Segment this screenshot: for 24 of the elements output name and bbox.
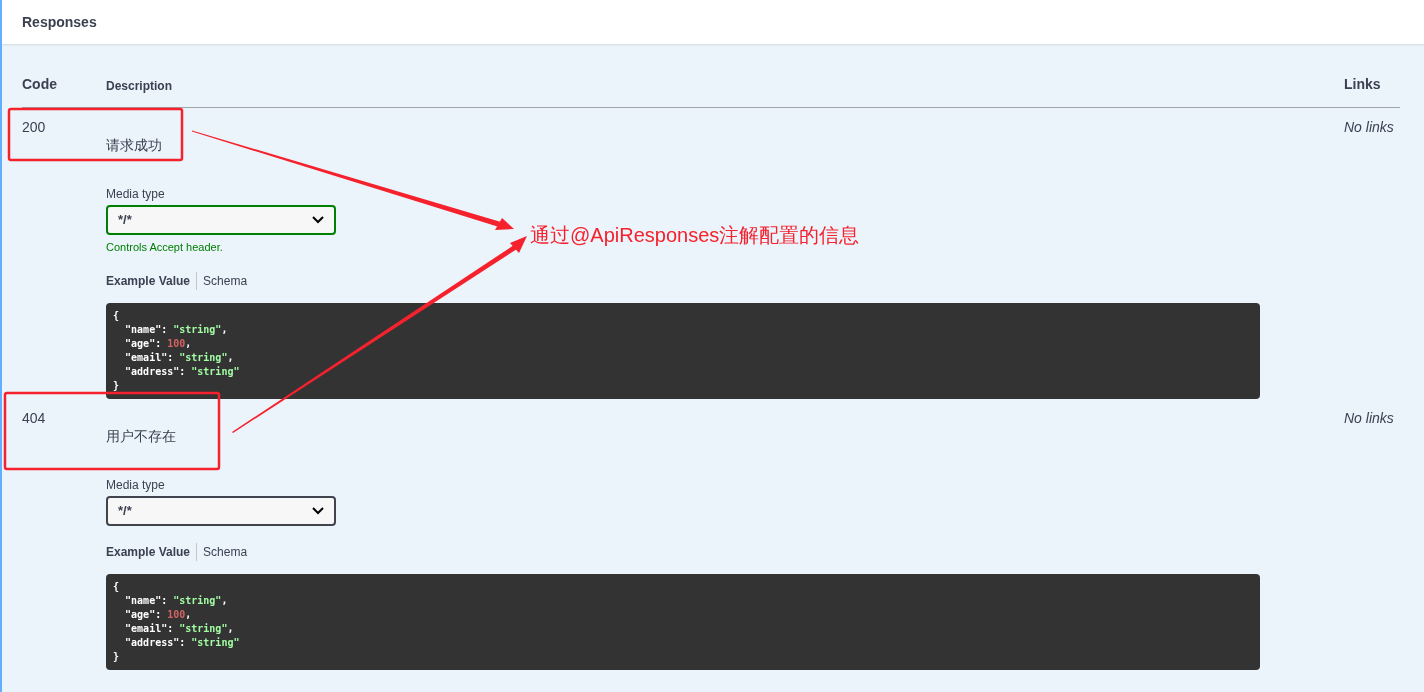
- accept-header-hint: Controls Accept header.: [106, 240, 223, 255]
- response-description: 用户不存在: [106, 426, 176, 446]
- response-description: 请求成功: [106, 136, 162, 155]
- status-code: 404: [22, 409, 46, 426]
- chevron-down-icon: [312, 506, 324, 515]
- column-header: Description: [106, 78, 173, 95]
- column-header: Links: [1344, 75, 1382, 94]
- example-tab[interactable]: Schema: [203, 542, 248, 561]
- example-tab[interactable]: Example Value: [106, 542, 191, 561]
- example-code-block: { "name": "string", "age": 100, "email": "string", "address": "string" }: [106, 302, 1260, 399]
- status-code: 200: [22, 119, 46, 135]
- links-text: No links: [1344, 119, 1394, 135]
- annotation-text: 通过@ApiResponses注解配置的信息: [530, 223, 860, 248]
- chevron-down-icon: [312, 216, 324, 224]
- media-type-select[interactable]: */*: [106, 205, 336, 235]
- example-code-block: { "name": "string", "age": 100, "email": "string", "address": "string" }: [106, 573, 1260, 670]
- example-tab[interactable]: Example Value: [106, 271, 191, 290]
- example-tab[interactable]: Schema: [203, 271, 248, 290]
- media-type-label: Media type: [106, 476, 165, 494]
- media-type-select[interactable]: */*: [106, 495, 336, 526]
- links-text: No links: [1344, 409, 1394, 426]
- section-title: Responses: [22, 12, 97, 32]
- column-header: Code: [22, 75, 58, 94]
- media-type-label: Media type: [106, 186, 165, 203]
